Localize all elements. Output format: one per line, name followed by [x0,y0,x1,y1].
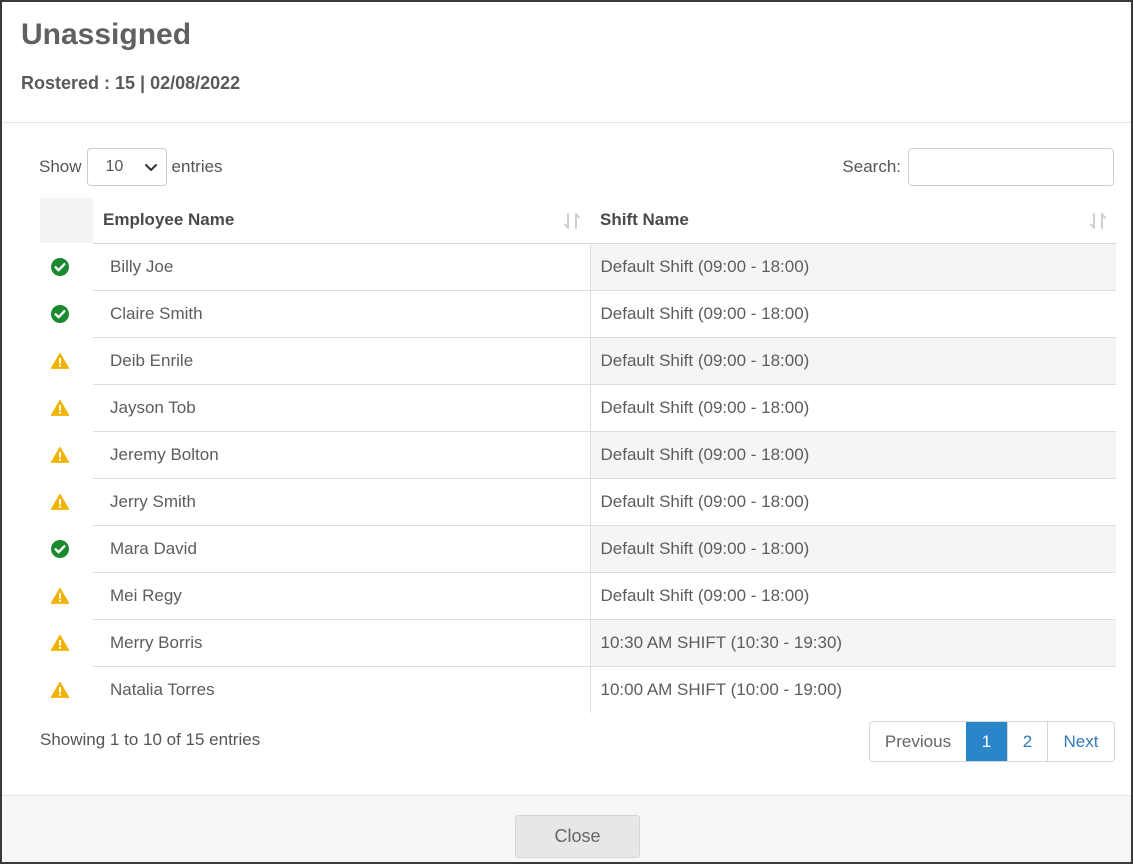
shift-name-cell: Default Shift (09:00 - 18:00) [590,477,1116,525]
entries-label: entries [171,157,223,176]
check-circle-icon [50,538,70,558]
check-circle-icon [50,256,70,276]
shift-name-cell: Default Shift (09:00 - 18:00) [590,430,1116,478]
warning-triangle-icon [50,397,70,416]
table-row: Jayson Tob Default Shift (09:00 - 18:00) [40,383,1116,431]
employee-name-cell: Billy Joe [93,242,591,290]
shift-name-header-label: Shift Name [600,210,689,230]
table-row: Jeremy Bolton Default Shift (09:00 - 18:0… [40,430,1116,478]
search-label: Search: [842,157,901,176]
shift-name-cell: Default Shift (09:00 - 18:00) [590,571,1116,619]
warning-triangle-icon [50,632,70,651]
status-cell [40,619,93,666]
modal-header: Unassigned Rostered : 15 | 02/08/2022 [2,2,1131,123]
status-cell [40,384,93,431]
unassigned-table: Employee Name Shift Name Billy Joe Defaul… [40,198,1116,713]
close-button[interactable]: Close [515,815,640,858]
table-body: Billy Joe Default Shift (09:00 - 18:00) Cl… [40,242,1116,713]
status-cell [40,243,93,290]
entries-select-value: 10 [105,158,124,175]
modal-title: Unassigned [21,18,192,51]
page-2-button[interactable]: 2 [1007,722,1047,761]
shift-name-cell: Default Shift (09:00 - 18:00) [590,289,1116,337]
next-page-button[interactable]: Next [1047,722,1114,761]
employee-name-column-header[interactable]: Employee Name [93,198,590,244]
warning-triangle-icon [50,679,70,698]
pagination: Previous 1 2 Next [869,721,1115,762]
show-label: Show [39,157,82,176]
employee-name-cell: Jeremy Bolton [93,430,591,478]
table-row: Merry Borris 10:30 AM SHIFT (10:30 - 19:3… [40,618,1116,666]
status-cell [40,431,93,478]
page-1-button[interactable]: 1 [966,722,1007,761]
unassigned-modal: Unassigned Rostered : 15 | 02/08/2022 Sh… [0,0,1133,864]
shift-name-cell: Default Shift (09:00 - 18:00) [590,336,1116,384]
entries-select[interactable]: 10 [86,148,167,186]
table-row: Mei Regy Default Shift (09:00 - 18:00) [40,571,1116,619]
table-row: Jerry Smith Default Shift (09:00 - 18:00) [40,477,1116,525]
warning-triangle-icon [50,444,70,463]
warning-triangle-icon [50,585,70,604]
status-cell [40,666,93,713]
check-circle-icon [50,303,70,323]
table-info: Showing 1 to 10 of 15 entries [40,730,261,749]
shift-name-cell: 10:00 AM SHIFT (10:00 - 19:00) [590,665,1116,713]
status-cell [40,290,93,337]
shift-name-cell: Default Shift (09:00 - 18:00) [590,242,1116,290]
table-header-row: Employee Name Shift Name [40,198,1116,244]
employee-name-cell: Deib Enrile [93,336,591,384]
warning-triangle-icon [50,350,70,369]
modal-footer: Close [2,795,1131,862]
modal-subtitle: Rostered : 15 | 02/08/2022 [21,73,241,93]
table-row: Mara David Default Shift (09:00 - 18:00) [40,524,1116,572]
warning-triangle-icon [50,491,70,510]
previous-page-button[interactable]: Previous [870,722,966,761]
sort-icon [564,213,580,229]
table-row: Deib Enrile Default Shift (09:00 - 18:00) [40,336,1116,384]
status-cell [40,572,93,619]
status-cell [40,337,93,384]
employee-name-cell: Claire Smith [93,289,591,337]
status-cell [40,525,93,572]
entries-length-control: Show 10 entries [39,148,223,186]
employee-name-cell: Merry Borris [93,618,591,666]
employee-name-cell: Jerry Smith [93,477,591,525]
employee-name-header-label: Employee Name [103,210,235,230]
table-row: Natalia Torres 10:00 AM SHIFT (10:00 - 19… [40,665,1116,713]
employee-name-cell: Jayson Tob [93,383,591,431]
status-column-header [40,198,93,243]
shift-name-column-header[interactable]: Shift Name [590,198,1116,244]
employee-name-cell: Natalia Torres [93,665,591,713]
shift-name-cell: Default Shift (09:00 - 18:00) [590,383,1116,431]
search-input[interactable] [908,148,1114,186]
status-cell [40,478,93,525]
shift-name-cell: 10:30 AM SHIFT (10:30 - 19:30) [590,618,1116,666]
table-row: Billy Joe Default Shift (09:00 - 18:00) [40,242,1116,290]
table-row: Claire Smith Default Shift (09:00 - 18:00… [40,289,1116,337]
employee-name-cell: Mara David [93,524,591,572]
employee-name-cell: Mei Regy [93,571,591,619]
chevron-down-icon [144,164,157,171]
sort-icon [1090,213,1106,229]
shift-name-cell: Default Shift (09:00 - 18:00) [590,524,1116,572]
search-control: Search: [842,148,1114,186]
